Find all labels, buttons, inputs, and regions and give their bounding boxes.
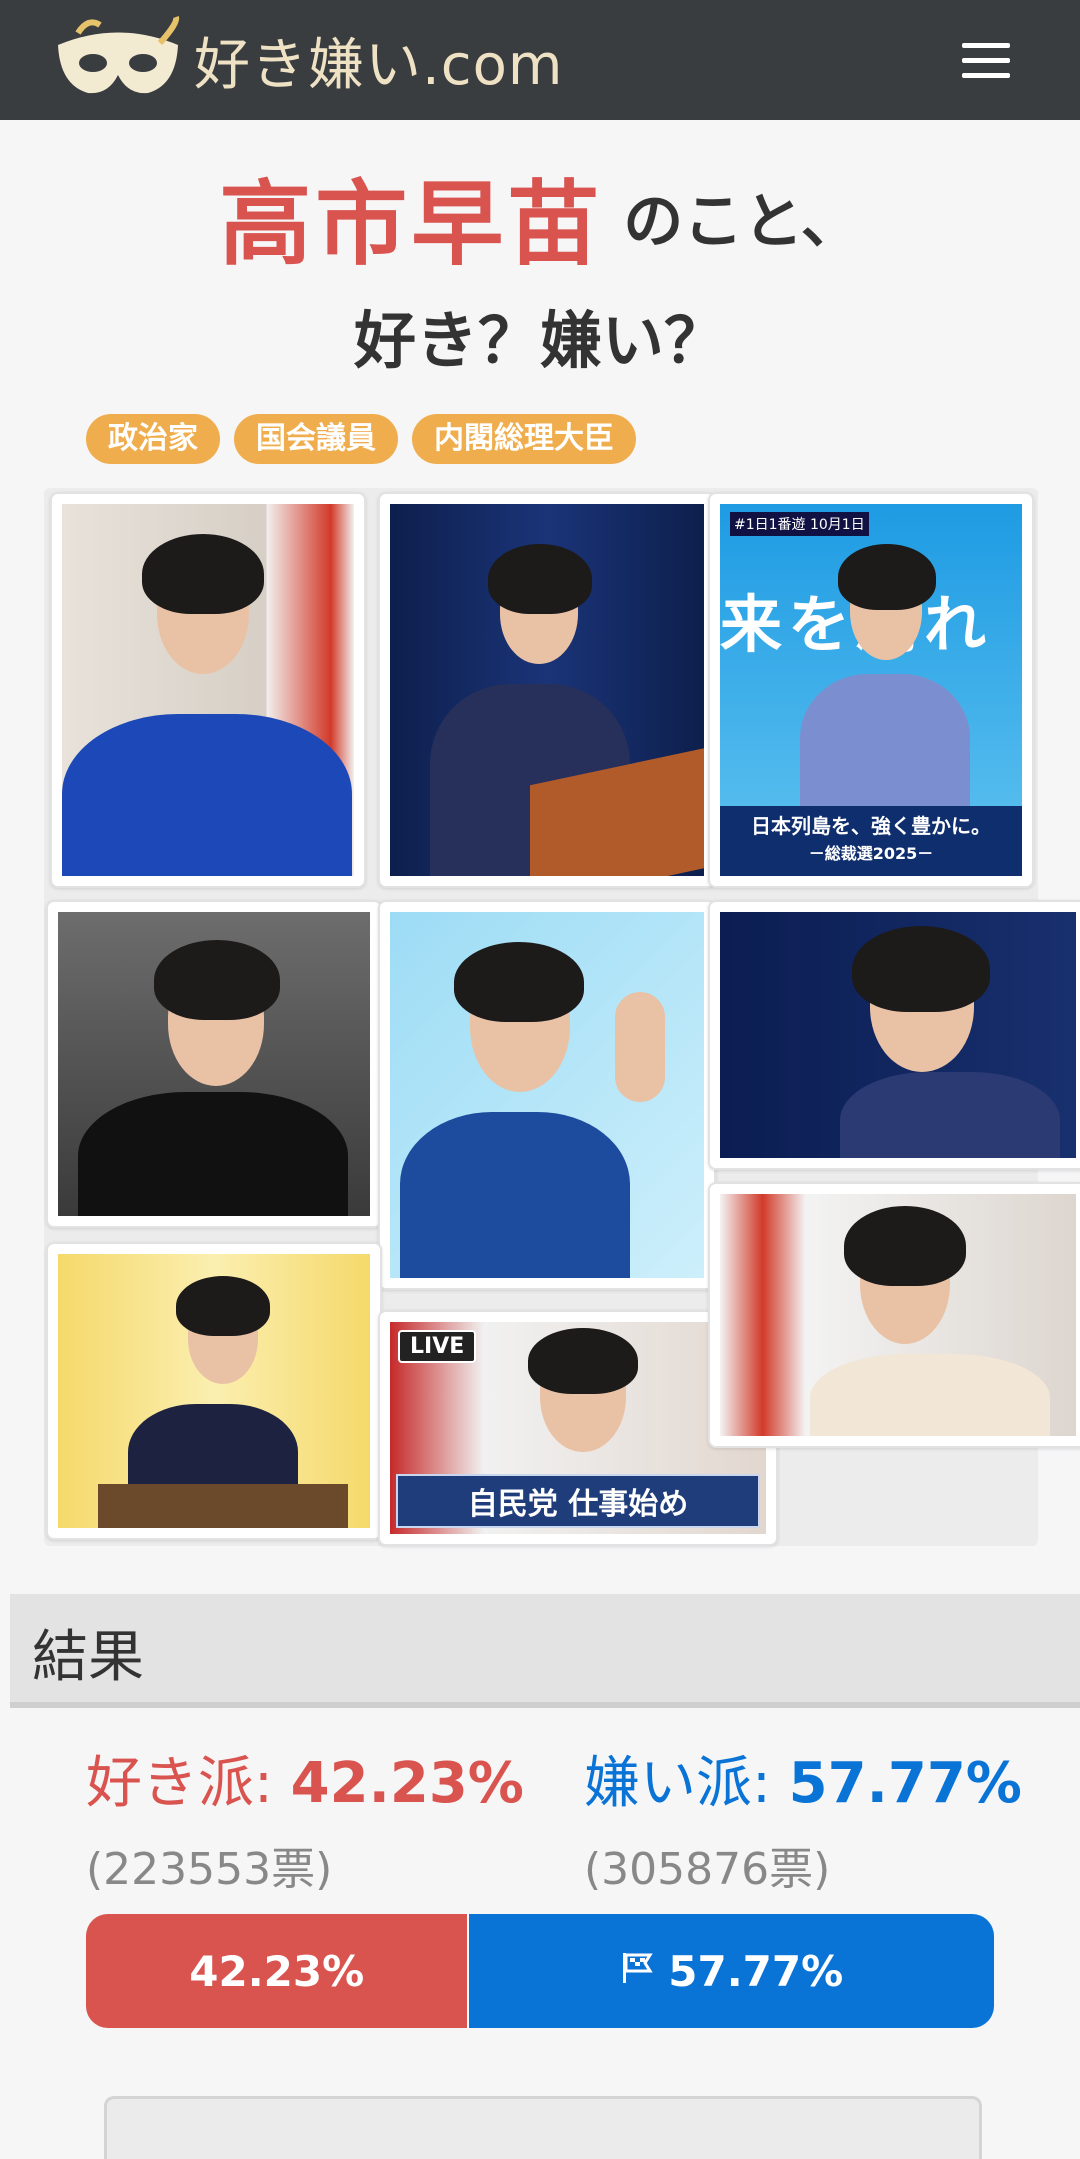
- flag-icon: [620, 1947, 656, 1996]
- photo-2[interactable]: [378, 492, 716, 888]
- dislike-stats: 嫌い派: 57.77% (305876票): [584, 1738, 1022, 1897]
- photo-3[interactable]: #1日1番遊 10月1日 来を創れ 日本列島を、強く豊かに。 －総裁選2025－: [708, 492, 1034, 888]
- poster-date: #1日1番遊 10月1日: [730, 512, 869, 536]
- site-logo[interactable]: 好き嫌い.com: [48, 10, 563, 110]
- logo-text: 好き嫌い.com: [194, 32, 564, 98]
- photo-1[interactable]: [50, 492, 366, 888]
- photo-7[interactable]: [46, 1242, 382, 1540]
- like-stats: 好き派: 42.23% (223553票): [86, 1738, 524, 1897]
- dislike-percent-line: 嫌い派: 57.77%: [584, 1738, 1022, 1819]
- dislike-label: 嫌い派:: [584, 1751, 789, 1816]
- tag-politician[interactable]: 政治家: [86, 414, 220, 464]
- photo-6[interactable]: [708, 900, 1080, 1170]
- page-title: 高市早苗 のこと、: [0, 150, 1080, 283]
- result-progress-bar: 42.23% 57.77%: [86, 1914, 994, 2028]
- dislike-votes: (305876票): [584, 1844, 831, 1895]
- person-name: 高市早苗: [219, 171, 604, 278]
- hamburger-icon: [962, 42, 1010, 48]
- photo-4[interactable]: [46, 900, 382, 1228]
- tag-list: 政治家 国会議員 内閣総理大臣: [86, 414, 636, 464]
- dislike-percent: 57.77%: [788, 1751, 1022, 1816]
- news-caption: 自民党 仕事始め: [396, 1474, 760, 1528]
- like-percent: 42.23%: [290, 1751, 524, 1816]
- hamburger-icon-line: [962, 72, 1010, 78]
- title-question: 好き？嫌い？: [353, 304, 726, 377]
- results-section-header: 結果: [10, 1594, 1080, 1708]
- photo-gallery: #1日1番遊 10月1日 来を創れ 日本列島を、強く豊かに。 －総裁選2025－: [44, 488, 1080, 1546]
- like-label: 好き派:: [86, 1751, 291, 1816]
- mask-logo-icon: [58, 16, 180, 94]
- results-heading: 結果: [32, 1625, 144, 1690]
- like-bar-segment: 42.23%: [86, 1914, 470, 2028]
- live-badge: LIVE: [398, 1330, 477, 1363]
- tag-diet-member[interactable]: 国会議員: [234, 414, 398, 464]
- poster-banner-line2: －総裁選2025－: [808, 844, 934, 863]
- site-header: 好き嫌い.com: [0, 0, 1080, 120]
- dislike-bar-text: 57.77%: [668, 1946, 844, 1996]
- poster-banner: 日本列島を、強く豊かに。 －総裁選2025－: [720, 806, 1022, 876]
- poster-banner-line1: 日本列島を、強く豊かに。: [751, 814, 991, 838]
- like-bar-text: 42.23%: [189, 1946, 365, 1996]
- title-suffix: のこと、: [623, 187, 861, 257]
- photo-5[interactable]: [378, 900, 716, 1290]
- photo-9[interactable]: [708, 1182, 1080, 1448]
- comment-box[interactable]: [104, 2096, 982, 2159]
- hamburger-menu-button[interactable]: [962, 30, 1010, 90]
- like-percent-line: 好き派: 42.23%: [86, 1738, 524, 1819]
- dislike-bar-segment: 57.77%: [469, 1914, 994, 2028]
- hamburger-icon-line: [962, 57, 1010, 63]
- tag-prime-minister[interactable]: 内閣総理大臣: [412, 414, 636, 464]
- like-votes: (223553票): [86, 1844, 333, 1895]
